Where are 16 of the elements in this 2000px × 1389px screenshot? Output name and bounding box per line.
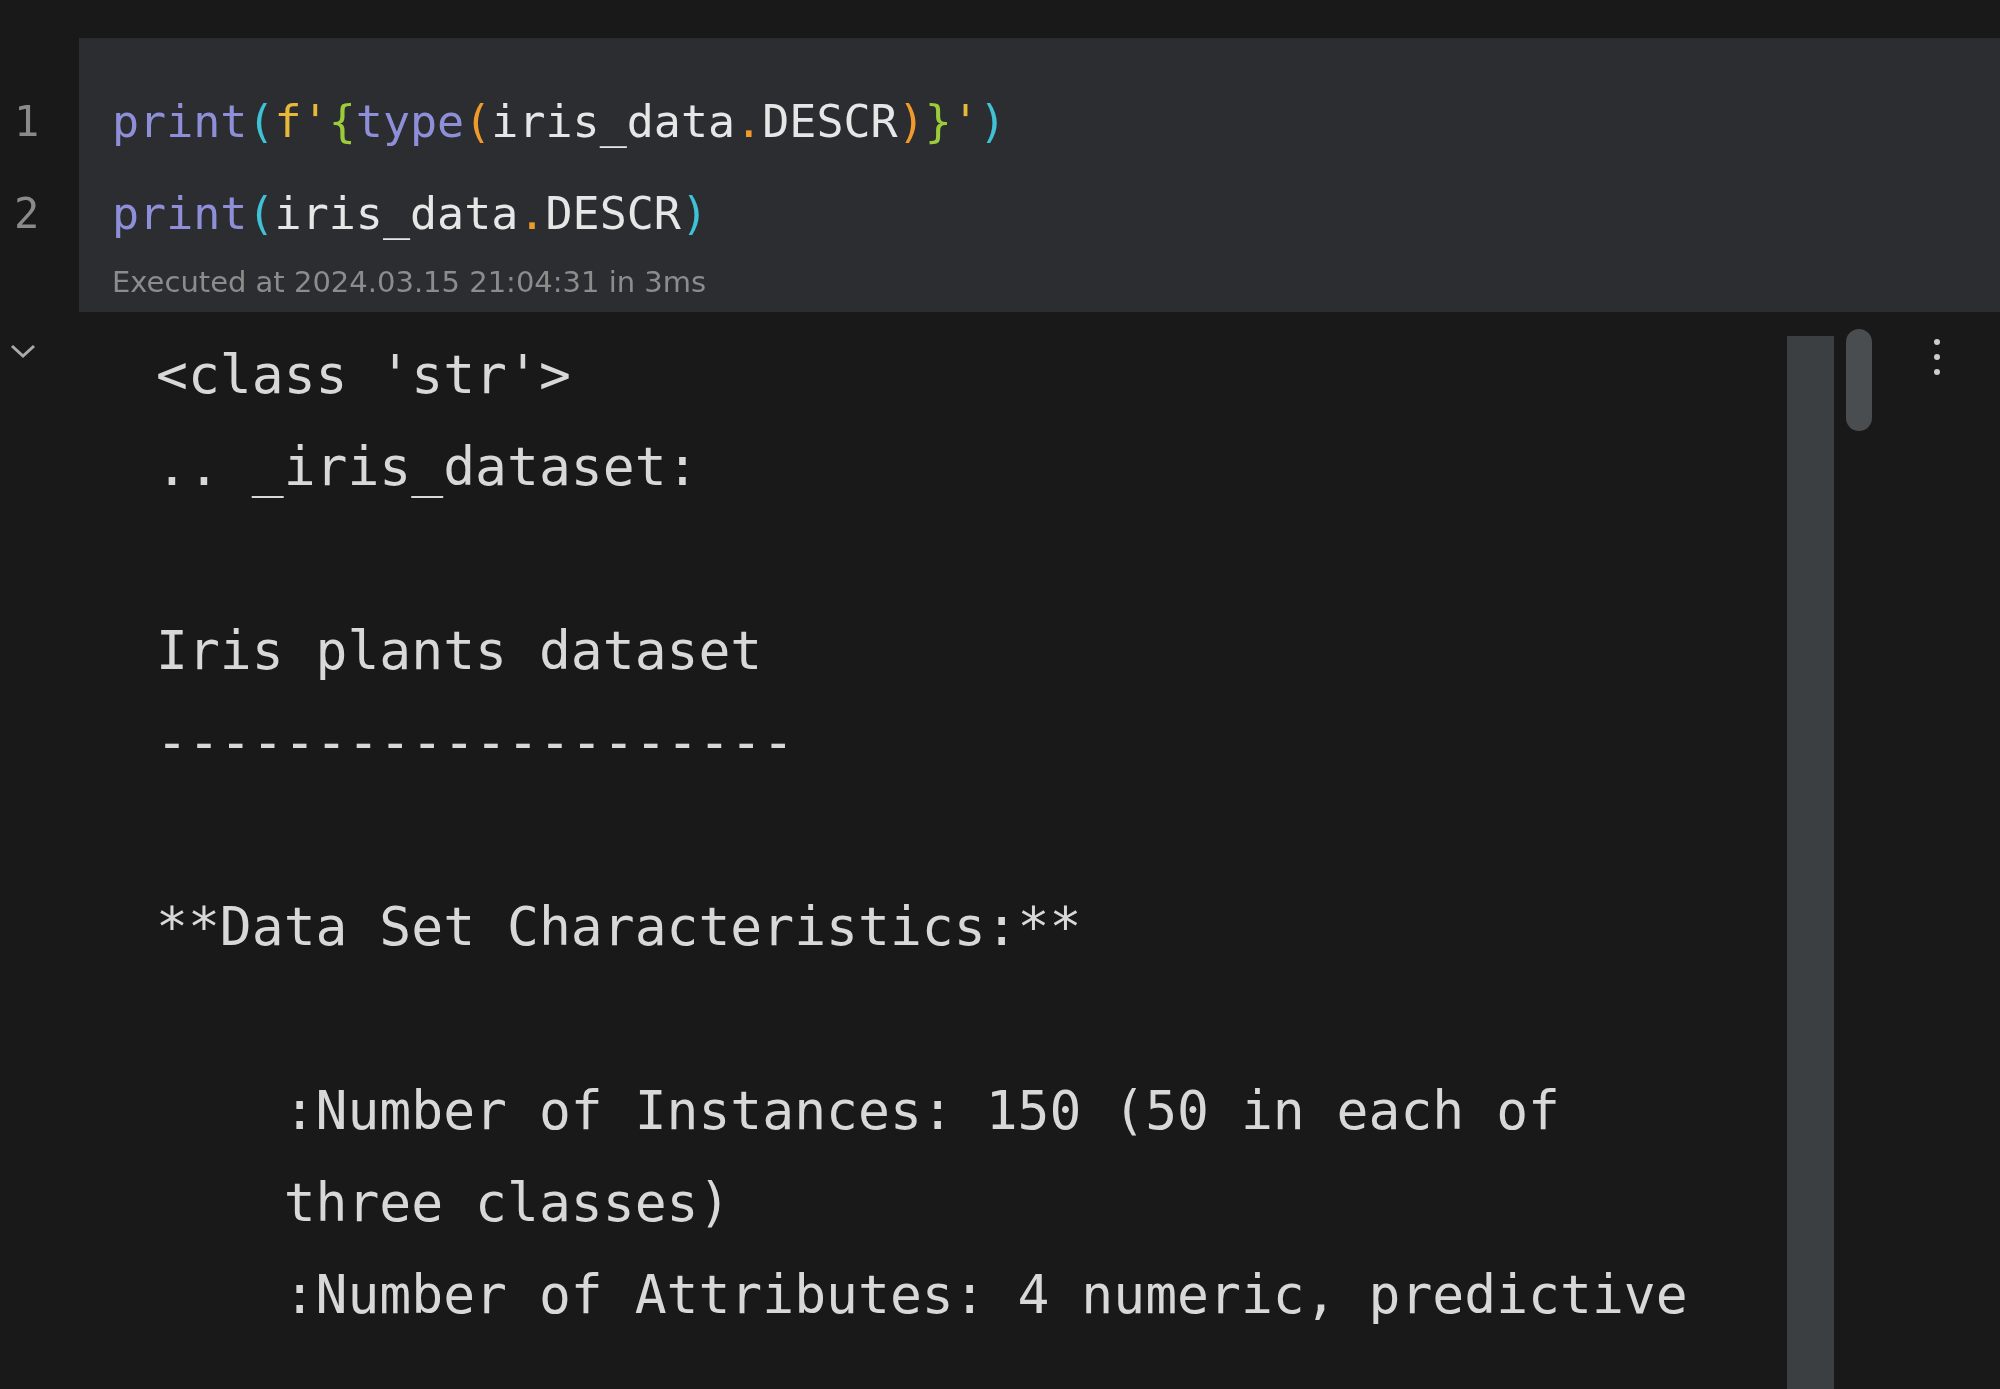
output-text: :Number of Attributes: 4 numeric, predictive bbox=[282, 1264, 1688, 1325]
output-text: .. _iris_dataset: bbox=[156, 436, 699, 497]
execution-status: Executed at 2024.03.15 21:04:31 in 3ms bbox=[112, 264, 708, 301]
code-cell[interactable]: print(f'{type(iris_data.DESCR)}') print(iris_data.DESCR) Executed at 2024.03.15 21:04:31 in 3ms bbox=[79, 38, 2000, 312]
output-text: :Number of Instances: 150 (50 in each of bbox=[282, 1080, 1560, 1141]
scrollbar-thumb[interactable] bbox=[1846, 329, 1872, 431]
output-text: -------------------- bbox=[156, 712, 795, 773]
output-text: **Data Set Characteristics:** bbox=[156, 896, 1082, 957]
more-icon[interactable] bbox=[1933, 337, 1941, 377]
output-text: three classes) bbox=[282, 1172, 731, 1233]
output-text: <class 'str'> bbox=[156, 344, 571, 405]
line-number: 2 bbox=[13, 188, 41, 240]
code-line: print(iris_data.DESCR) bbox=[112, 186, 710, 242]
code-line: print(f'{type(iris_data.DESCR)}') bbox=[112, 94, 1008, 150]
output-text: Iris plants dataset bbox=[156, 620, 763, 681]
line-number: 1 bbox=[13, 96, 41, 148]
